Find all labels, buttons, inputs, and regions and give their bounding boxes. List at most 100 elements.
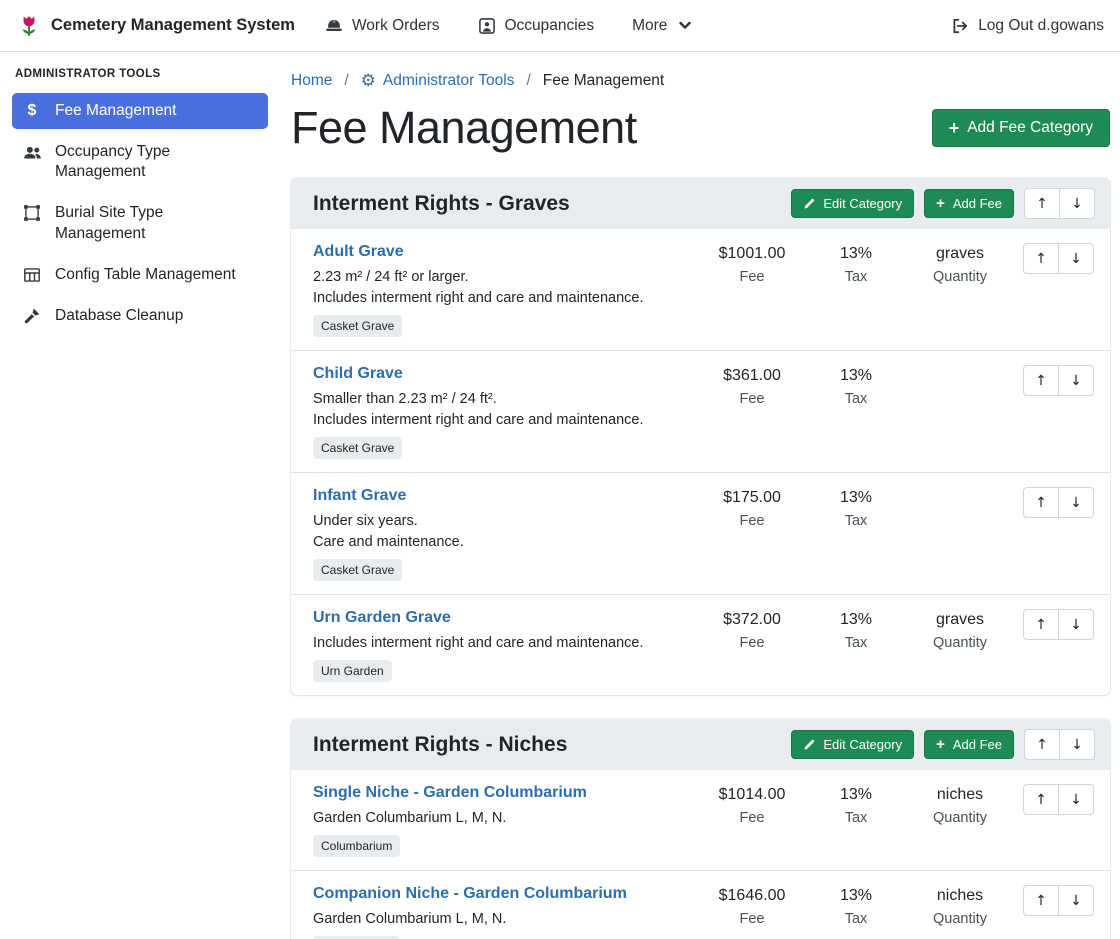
people-icon: [22, 143, 42, 162]
fee-amount: $372.00: [700, 611, 804, 629]
move-fee-up-button[interactable]: ↑: [1023, 487, 1059, 518]
sidebar-item-burial-site-type-management[interactable]: Burial Site Type Management: [12, 195, 268, 251]
fee-amount: $361.00: [700, 367, 804, 385]
logout-icon: [951, 17, 969, 35]
edit-category-button[interactable]: Edit Category: [791, 730, 914, 759]
fee-name-link[interactable]: Infant Grave: [313, 487, 406, 505]
edit-category-button[interactable]: Edit Category: [791, 189, 914, 218]
fee-info: Companion Niche - Garden Columbarium Gar…: [313, 885, 700, 939]
gear-icon: ⚙: [361, 73, 376, 90]
fee-name-link[interactable]: Companion Niche - Garden Columbarium: [313, 885, 627, 903]
tax-value: 13%: [804, 611, 908, 629]
down-arrow-icon: ↓: [1070, 617, 1082, 633]
page-header: Fee Management + Add Fee Category: [291, 102, 1110, 154]
logout-link[interactable]: Log Out d.gowans: [951, 17, 1104, 35]
move-fee-up-button[interactable]: ↑: [1023, 784, 1059, 815]
fee-amount: $1646.00: [700, 887, 804, 905]
dollar-icon: $: [22, 102, 42, 120]
nav-label: Occupancies: [505, 17, 595, 35]
move-fee-up-button[interactable]: ↑: [1023, 885, 1059, 916]
fee-type-badge: Casket Grave: [313, 437, 402, 459]
move-fee-down-button[interactable]: ↓: [1058, 784, 1094, 815]
fee-description: Includes interment right and care and ma…: [313, 412, 700, 428]
fee-type-badge: Casket Grave: [313, 559, 402, 581]
quantity-col: [908, 487, 1012, 495]
fee-amount-col: $1014.00 Fee: [700, 784, 804, 826]
fee-amount: $1001.00: [700, 245, 804, 263]
add-fee-button[interactable]: + Add Fee: [924, 189, 1014, 218]
move-category-down-button[interactable]: ↓: [1059, 729, 1095, 760]
breadcrumb-admin-tools-link[interactable]: ⚙ Administrator Tools: [361, 72, 515, 90]
sidebar-item-database-cleanup[interactable]: Database Cleanup: [12, 298, 268, 334]
tax-value: 13%: [804, 245, 908, 263]
fee-reorder-group: ↑ ↓: [1023, 885, 1094, 916]
quantity-value: graves: [908, 611, 1012, 629]
add-fee-button[interactable]: + Add Fee: [924, 730, 1014, 759]
up-arrow-icon: ↑: [1035, 495, 1047, 511]
quantity-label: Quantity: [908, 635, 1012, 651]
add-fee-category-button[interactable]: + Add Fee Category: [932, 109, 1110, 147]
nav-occupancies[interactable]: Occupancies: [478, 17, 595, 35]
up-arrow-icon: ↑: [1035, 617, 1047, 633]
category-actions: Edit Category + Add Fee ↑ ↓: [791, 188, 1095, 219]
quantity-col: graves Quantity: [908, 243, 1012, 285]
fee-type-badge: Columbarium: [313, 835, 400, 857]
sidebar-item-label: Fee Management: [55, 101, 177, 121]
fee-name-link[interactable]: Adult Grave: [313, 243, 404, 261]
category-reorder-group: ↑ ↓: [1024, 729, 1095, 760]
chevron-down-icon: [679, 21, 691, 30]
move-category-up-button[interactable]: ↑: [1024, 729, 1060, 760]
nav-work-orders[interactable]: Work Orders: [325, 17, 440, 35]
move-fee-down-button[interactable]: ↓: [1058, 609, 1094, 640]
move-category-up-button[interactable]: ↑: [1024, 188, 1060, 219]
move-fee-up-button[interactable]: ↑: [1023, 365, 1059, 396]
tax-label: Tax: [804, 513, 908, 529]
quantity-value: niches: [908, 887, 1012, 905]
sidebar-item-config-table-management[interactable]: Config Table Management: [12, 257, 268, 293]
tax-col: 13% Tax: [804, 243, 908, 285]
fee-label: Fee: [700, 810, 804, 826]
fee-description: Includes interment right and care and ma…: [313, 635, 700, 651]
move-fee-down-button[interactable]: ↓: [1058, 243, 1094, 274]
fee-amount-col: $372.00 Fee: [700, 609, 804, 651]
tulip-logo-icon: [16, 13, 42, 39]
category-title: Interment Rights - Niches: [313, 733, 567, 757]
breadcrumb-home-link[interactable]: Home: [291, 72, 332, 90]
tax-label: Tax: [804, 635, 908, 651]
move-fee-down-button[interactable]: ↓: [1058, 885, 1094, 916]
nav-more[interactable]: More: [632, 17, 691, 35]
app-brand[interactable]: Cemetery Management System: [16, 13, 295, 39]
tax-value: 13%: [804, 489, 908, 507]
nav-label: More: [632, 17, 667, 35]
sidebar-item-occupancy-type-management[interactable]: Occupancy Type Management: [12, 134, 268, 190]
down-arrow-icon: ↓: [1070, 893, 1082, 909]
person-badge-icon: [478, 17, 496, 35]
move-fee-down-button[interactable]: ↓: [1058, 487, 1094, 518]
up-arrow-icon: ↑: [1035, 792, 1047, 808]
fee-name-link[interactable]: Urn Garden Grave: [313, 609, 451, 627]
fee-name-link[interactable]: Single Niche - Garden Columbarium: [313, 784, 587, 802]
move-fee-up-button[interactable]: ↑: [1023, 243, 1059, 274]
top-navbar: Cemetery Management System Work Orders: [0, 0, 1120, 52]
quantity-value: niches: [908, 786, 1012, 804]
tax-col: 13% Tax: [804, 784, 908, 826]
quantity-label: Quantity: [908, 810, 1012, 826]
main-content: Home / ⚙ Administrator Tools / Fee Manag…: [280, 52, 1120, 939]
quantity-label: Quantity: [908, 911, 1012, 927]
fee-reorder-group: ↑ ↓: [1023, 784, 1094, 815]
move-category-down-button[interactable]: ↓: [1059, 188, 1095, 219]
tax-label: Tax: [804, 269, 908, 285]
brush-icon: [22, 307, 42, 325]
fee-reorder-group: ↑ ↓: [1023, 487, 1094, 518]
tax-label: Tax: [804, 810, 908, 826]
table-icon: [22, 266, 42, 284]
quantity-col: graves Quantity: [908, 609, 1012, 651]
fee-info: Urn Garden Grave Includes interment righ…: [313, 609, 700, 682]
fee-description: Includes interment right and care and ma…: [313, 290, 700, 306]
breadcrumb-separator: /: [344, 72, 348, 90]
sidebar-item-fee-management[interactable]: $ Fee Management: [12, 93, 268, 129]
move-fee-up-button[interactable]: ↑: [1023, 609, 1059, 640]
move-fee-down-button[interactable]: ↓: [1058, 365, 1094, 396]
tax-label: Tax: [804, 911, 908, 927]
fee-name-link[interactable]: Child Grave: [313, 365, 403, 383]
